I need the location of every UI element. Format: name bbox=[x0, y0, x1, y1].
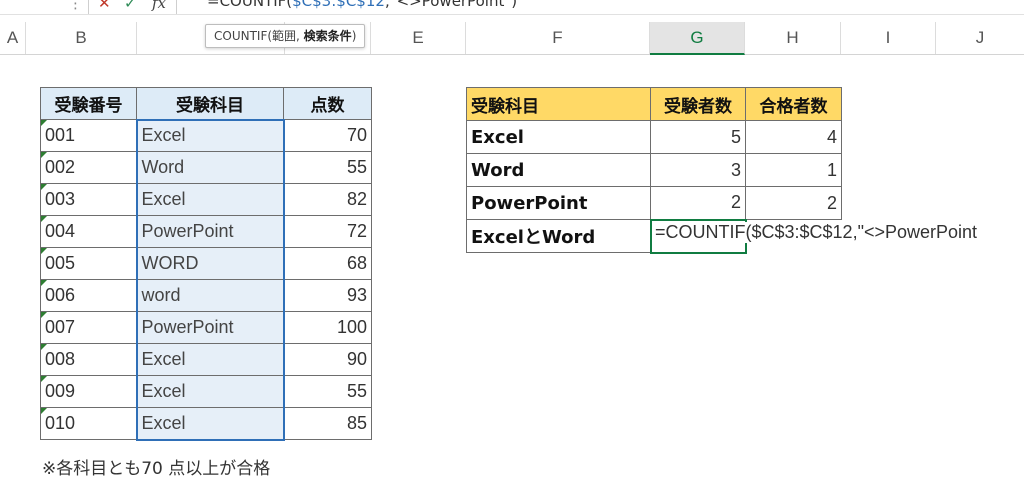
column-header-i[interactable]: I bbox=[841, 22, 936, 54]
active-cell-formula: =COUNTIF($C$3:$C$12,"<>PowerPoint bbox=[655, 222, 980, 243]
cell-exam-subject[interactable]: PowerPoint bbox=[135, 311, 285, 344]
column-header-a[interactable]: A bbox=[0, 22, 26, 54]
cell-passed-count[interactable]: 4 bbox=[745, 120, 842, 154]
insert-function-icon[interactable]: fx bbox=[152, 0, 166, 12]
cell-exam-subject[interactable]: WORD bbox=[135, 247, 285, 280]
table-row: 003 Excel 82 bbox=[40, 183, 372, 216]
header-score[interactable]: 点数 bbox=[283, 87, 372, 120]
cell-exam-subject[interactable]: Excel bbox=[135, 375, 285, 408]
column-header-g[interactable]: G bbox=[650, 22, 745, 55]
cell-score[interactable]: 70 bbox=[283, 119, 372, 152]
header-exam-number[interactable]: 受験番号 bbox=[40, 87, 137, 120]
function-tooltip[interactable]: COUNTIF(範囲, 検索条件) bbox=[205, 24, 366, 48]
cell-exam-number[interactable]: 008 bbox=[40, 343, 137, 376]
formula-text-range: $C$3:$C$12 bbox=[292, 0, 385, 10]
cell-exam-number[interactable]: 002 bbox=[40, 151, 137, 184]
table-row: 007 PowerPoint 100 bbox=[40, 311, 372, 344]
column-header-row: A B C D E F G H I J bbox=[0, 22, 1024, 55]
table-row: 002 Word 55 bbox=[40, 151, 372, 184]
cell-summary-subject[interactable]: Word bbox=[466, 153, 651, 187]
cell-summary-subject[interactable]: ExcelとWord bbox=[466, 219, 651, 253]
table-row: 006 word 93 bbox=[40, 279, 372, 312]
column-header-h[interactable]: H bbox=[745, 22, 841, 54]
cell-summary-subject[interactable]: Excel bbox=[466, 120, 651, 154]
enter-icon[interactable]: ✓ bbox=[124, 0, 137, 12]
cell-score[interactable]: 90 bbox=[283, 343, 372, 376]
cell-exam-number[interactable]: 006 bbox=[40, 279, 137, 312]
formula-text-prefix: =COUNTIF( bbox=[207, 0, 293, 10]
cell-exam-number[interactable]: 005 bbox=[40, 247, 137, 280]
column-header-e[interactable]: E bbox=[371, 22, 466, 54]
column-header-j[interactable]: J bbox=[936, 22, 1024, 54]
cell-score[interactable]: 55 bbox=[283, 375, 372, 408]
cell-exam-subject[interactable]: Excel bbox=[135, 118, 285, 152]
cell-examinee-count[interactable]: 5 bbox=[650, 120, 746, 154]
cell-score[interactable]: 100 bbox=[283, 311, 372, 344]
cell-exam-number[interactable]: 010 bbox=[40, 407, 137, 440]
tooltip-suffix: ) bbox=[351, 29, 357, 43]
table-row: 001 Excel 70 bbox=[40, 118, 372, 152]
cell-exam-subject[interactable]: Excel bbox=[135, 183, 285, 216]
formula-bar-divider bbox=[176, 0, 177, 14]
cell-score[interactable]: 85 bbox=[283, 407, 372, 440]
cell-examinee-count[interactable]: 2 bbox=[650, 186, 746, 220]
cell-exam-number[interactable]: 009 bbox=[40, 375, 137, 408]
cell-passed-count[interactable]: 2 bbox=[745, 186, 842, 220]
column-header-b[interactable]: B bbox=[26, 22, 137, 54]
table-row: 009 Excel 55 bbox=[40, 375, 372, 408]
cell-exam-subject[interactable]: Word bbox=[135, 151, 285, 184]
tooltip-prefix: COUNTIF(範囲, bbox=[214, 29, 304, 43]
table-row: PowerPoint 2 2 bbox=[466, 186, 842, 220]
cell-score[interactable]: 55 bbox=[283, 151, 372, 184]
formula-text-suffix: ,"<>PowerPoint") bbox=[384, 0, 518, 10]
cell-exam-number[interactable]: 004 bbox=[40, 215, 137, 248]
cell-score[interactable]: 82 bbox=[283, 183, 372, 216]
table-row: 005 WORD 68 bbox=[40, 247, 372, 280]
cell-exam-subject[interactable]: Excel bbox=[135, 407, 285, 441]
cell-exam-subject[interactable]: Excel bbox=[135, 343, 285, 376]
cell-exam-number[interactable]: 001 bbox=[40, 119, 137, 152]
cancel-icon[interactable]: ✕ bbox=[98, 0, 111, 12]
cell-exam-subject[interactable]: PowerPoint bbox=[135, 215, 285, 248]
header-exam-subject[interactable]: 受験科目 bbox=[466, 87, 651, 121]
cell-examinee-count[interactable]: 3 bbox=[650, 153, 746, 187]
cell-exam-number[interactable]: 003 bbox=[40, 183, 137, 216]
cell-summary-subject[interactable]: PowerPoint bbox=[466, 186, 651, 220]
table-row: Word 3 1 bbox=[466, 153, 842, 187]
cell-exam-subject[interactable]: word bbox=[135, 279, 285, 312]
cell-passed-count[interactable]: 1 bbox=[745, 153, 842, 187]
table-row: Excel 5 4 bbox=[466, 120, 842, 154]
formula-bar-divider bbox=[88, 0, 89, 14]
header-passed-count[interactable]: 合格者数 bbox=[745, 87, 842, 121]
cell-score[interactable]: 68 bbox=[283, 247, 372, 280]
formula-input[interactable]: =COUNTIF($C$3:$C$12,"<>PowerPoint") bbox=[207, 0, 517, 10]
tooltip-current-arg: 検索条件 bbox=[303, 29, 352, 43]
more-options-icon[interactable]: ⋮ bbox=[68, 0, 83, 12]
table-row: 004 PowerPoint 72 bbox=[40, 215, 372, 248]
exam-results-table: 受験番号 受験科目 点数 001 Excel 70 002 Word 55 00… bbox=[40, 87, 372, 441]
column-header-f[interactable]: F bbox=[466, 22, 650, 54]
cell-score[interactable]: 93 bbox=[283, 279, 372, 312]
header-exam-subject[interactable]: 受験科目 bbox=[136, 87, 284, 120]
cell-score[interactable]: 72 bbox=[283, 215, 372, 248]
pass-criteria-note[interactable]: ※各科目とも70 点以上が合格 bbox=[42, 454, 270, 479]
table-row: 010 Excel 85 bbox=[40, 407, 372, 441]
cell-exam-number[interactable]: 007 bbox=[40, 311, 137, 344]
table-header-row: 受験番号 受験科目 点数 bbox=[40, 87, 372, 120]
table-row: 008 Excel 90 bbox=[40, 343, 372, 376]
table-header-row: 受験科目 受験者数 合格者数 bbox=[466, 87, 842, 121]
formula-bar: ⋮ ✕ ✓ fx =COUNTIF($C$3:$C$12,"<>PowerPoi… bbox=[0, 0, 1024, 15]
header-examinee-count[interactable]: 受験者数 bbox=[650, 87, 746, 121]
